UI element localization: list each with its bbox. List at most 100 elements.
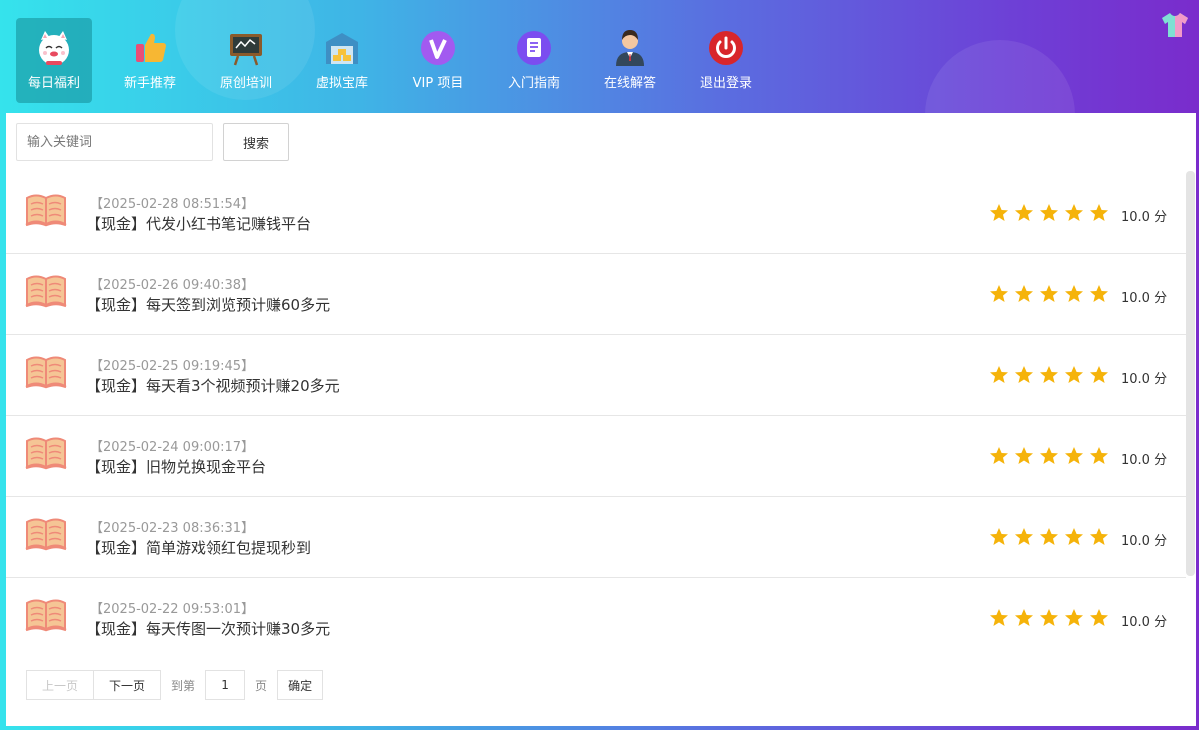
search-input[interactable] <box>16 123 213 161</box>
star-icon <box>1064 608 1084 628</box>
list-item[interactable]: 【2025-02-22 09:53:01】 【现金】每天传图一次预计赚30多元 … <box>6 578 1186 659</box>
lucky-cat-icon <box>39 31 69 65</box>
star-icon <box>1014 608 1034 628</box>
star-icon <box>1014 365 1034 385</box>
nav-item-training[interactable]: 原创培训 <box>208 18 284 103</box>
star-icon <box>1064 527 1084 547</box>
star-icon <box>1089 284 1109 304</box>
goto-suffix: 页 <box>255 678 268 693</box>
list-item[interactable]: 【2025-02-24 09:00:17】 【现金】旧物兑换现金平台 10.0 … <box>6 416 1186 497</box>
pagination: 上一页 下一页 到第 页 确定 <box>26 670 324 700</box>
nav-label: 退出登录 <box>699 76 752 91</box>
item-date: 【2025-02-28 08:51:54】 <box>90 197 255 212</box>
nav-label: 入门指南 <box>507 76 560 91</box>
star-rating <box>989 608 1114 628</box>
thumbs-up-icon <box>136 33 166 62</box>
star-icon <box>1014 527 1034 547</box>
nav-label: 在线解答 <box>603 76 656 91</box>
support-agent-icon <box>616 30 644 66</box>
item-date: 【2025-02-22 09:53:01】 <box>90 602 255 617</box>
star-icon <box>1064 446 1084 466</box>
nav-label: VIP 项目 <box>412 76 464 91</box>
star-icon <box>1039 203 1059 223</box>
star-icon <box>1014 446 1034 466</box>
star-rating <box>989 527 1114 547</box>
nav-label: 每日福利 <box>27 76 80 91</box>
star-rating <box>989 203 1114 223</box>
star-icon <box>1039 527 1059 547</box>
star-icon <box>989 608 1009 628</box>
nav-label: 原创培训 <box>219 76 272 91</box>
star-rating <box>989 446 1114 466</box>
page-number-input[interactable] <box>205 670 246 700</box>
star-icon <box>1064 365 1084 385</box>
item-title[interactable]: 【现金】每天看3个视频预计赚20多元 <box>86 375 340 396</box>
star-rating <box>989 284 1114 304</box>
content-panel: 搜索 【2025-02-28 08:51:54】 【现金】代发小红书笔记赚钱平台… <box>6 113 1196 726</box>
nav-item-vip[interactable]: VIP 项目 <box>400 18 476 103</box>
item-score: 10.0 分 <box>1121 453 1168 468</box>
nav-item-vault[interactable]: 虚拟宝库 <box>304 18 380 103</box>
scrollbar[interactable] <box>1186 171 1195 576</box>
item-date: 【2025-02-25 09:19:45】 <box>90 359 255 374</box>
item-date: 【2025-02-26 09:40:38】 <box>90 278 255 293</box>
list-item[interactable]: 【2025-02-26 09:40:38】 【现金】每天签到浏览预计赚60多元 … <box>6 254 1186 335</box>
treasure-vault-icon <box>326 33 358 64</box>
book-icon <box>25 273 67 309</box>
item-date: 【2025-02-23 08:36:31】 <box>90 521 255 536</box>
star-icon <box>1064 203 1084 223</box>
star-icon <box>1039 608 1059 628</box>
nav-label: 虚拟宝库 <box>315 76 368 91</box>
nav-item-beginner[interactable]: 新手推荐 <box>112 18 188 103</box>
item-title[interactable]: 【现金】旧物兑换现金平台 <box>86 456 266 477</box>
nav-item-guide[interactable]: 入门指南 <box>496 18 572 103</box>
nav-label: 新手推荐 <box>123 76 176 91</box>
book-icon <box>25 435 67 471</box>
item-score: 10.0 分 <box>1121 291 1168 306</box>
top-nav: 每日福利 新手推荐 原创培训 虚拟宝库 VIP 项目 入门指南 在线解答 退出登… <box>16 18 784 103</box>
star-icon <box>1039 284 1059 304</box>
item-score: 10.0 分 <box>1121 534 1168 549</box>
item-list: 【2025-02-28 08:51:54】 【现金】代发小红书笔记赚钱平台 10… <box>6 173 1186 659</box>
list-item[interactable]: 【2025-02-28 08:51:54】 【现金】代发小红书笔记赚钱平台 10… <box>6 173 1186 254</box>
prev-page-button[interactable]: 上一页 <box>26 670 95 700</box>
star-icon <box>1089 203 1109 223</box>
item-score: 10.0 分 <box>1121 615 1168 630</box>
star-icon <box>1064 284 1084 304</box>
book-icon <box>25 597 67 633</box>
star-icon <box>1014 284 1034 304</box>
search-button[interactable]: 搜索 <box>223 123 289 161</box>
item-title[interactable]: 【现金】每天签到浏览预计赚60多元 <box>86 294 330 315</box>
star-icon <box>1089 608 1109 628</box>
star-icon <box>989 446 1009 466</box>
book-icon <box>25 516 67 552</box>
star-icon <box>989 284 1009 304</box>
star-icon <box>989 365 1009 385</box>
vip-icon <box>421 31 455 65</box>
item-title[interactable]: 【现金】简单游戏领红包提现秒到 <box>86 537 311 558</box>
star-icon <box>1089 365 1109 385</box>
nav-item-daily-welfare[interactable]: 每日福利 <box>16 18 92 103</box>
item-date: 【2025-02-24 09:00:17】 <box>90 440 255 455</box>
list-item[interactable]: 【2025-02-23 08:36:31】 【现金】简单游戏领红包提现秒到 10… <box>6 497 1186 578</box>
tshirt-icon[interactable] <box>1161 12 1189 38</box>
next-page-button[interactable]: 下一页 <box>94 670 162 700</box>
item-score: 10.0 分 <box>1121 210 1168 225</box>
star-icon <box>989 527 1009 547</box>
star-icon <box>989 203 1009 223</box>
goto-prefix: 到第 <box>171 678 196 693</box>
star-icon <box>1089 446 1109 466</box>
power-icon <box>709 31 743 65</box>
list-item[interactable]: 【2025-02-25 09:19:45】 【现金】每天看3个视频预计赚20多元… <box>6 335 1186 416</box>
item-title[interactable]: 【现金】代发小红书笔记赚钱平台 <box>86 213 311 234</box>
star-icon <box>1039 365 1059 385</box>
item-title[interactable]: 【现金】每天传图一次预计赚30多元 <box>86 618 330 639</box>
confirm-page-button[interactable]: 确定 <box>277 670 324 700</box>
item-score: 10.0 分 <box>1121 372 1168 387</box>
book-icon <box>25 354 67 390</box>
star-icon <box>1089 527 1109 547</box>
nav-item-support[interactable]: 在线解答 <box>592 18 668 103</box>
nav-item-logout[interactable]: 退出登录 <box>688 18 764 103</box>
document-icon <box>517 31 551 65</box>
star-icon <box>1014 203 1034 223</box>
